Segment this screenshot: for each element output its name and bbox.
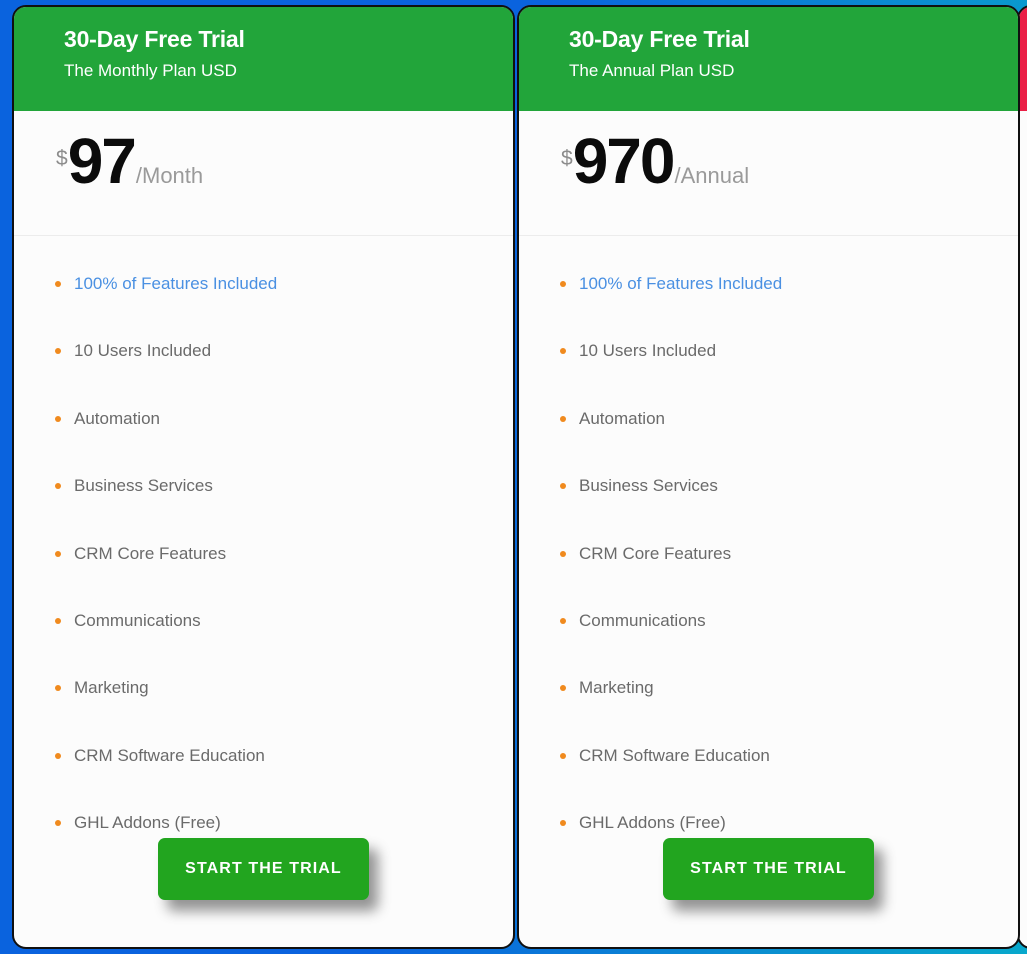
- feature-list-item: CRM Software Education: [560, 745, 984, 766]
- bullet-dot-icon: [560, 685, 566, 692]
- plan-header-monthly: 30-Day Free Trial The Monthly Plan USD: [14, 7, 513, 111]
- feature-label: GHL Addons (Free): [579, 813, 726, 833]
- bullet-dot-icon: [55, 281, 61, 287]
- feature-label: Communications: [579, 610, 706, 630]
- feature-label: CRM Software Education: [579, 745, 770, 765]
- bullet-dot-icon: [55, 415, 61, 422]
- feature-label: GHL Addons (Free): [74, 813, 221, 833]
- bullet-dot-icon: [560, 550, 566, 557]
- feature-list-item[interactable]: 100% of Features Included: [55, 274, 479, 294]
- bullet-dot-icon: [55, 483, 61, 490]
- start-trial-button-monthly[interactable]: START THE TRIAL: [158, 837, 369, 900]
- price-row: $970/Annual: [561, 129, 749, 193]
- price-period: /Annual: [674, 163, 750, 188]
- start-trial-button-annual[interactable]: START THE TRIAL: [663, 837, 874, 900]
- feature-label[interactable]: 100% of Features Included: [74, 274, 277, 293]
- price-period: /Month: [135, 163, 204, 188]
- price-currency-symbol: $: [56, 147, 68, 170]
- plan-feature-list: 100% of Features Included 10 Users Includ…: [14, 236, 513, 834]
- plan-cta-container: START THE TRIAL: [519, 834, 1018, 947]
- feature-list-item: CRM Core Features: [560, 543, 984, 564]
- feature-list-item: GHL Addons (Free): [560, 813, 984, 833]
- feature-list-item: Marketing: [560, 678, 984, 698]
- feature-list-item: Marketing: [55, 678, 479, 698]
- price-amount: 970: [572, 125, 676, 197]
- feature-list-item: Business Services: [55, 476, 479, 496]
- price-amount: 97: [67, 125, 137, 197]
- price-row: $97/Month: [56, 129, 203, 193]
- bullet-dot-icon: [560, 820, 566, 827]
- bullet-dot-icon: [55, 348, 61, 355]
- bullet-dot-icon: [560, 483, 566, 490]
- plan-name: The Annual Plan USD: [569, 60, 735, 80]
- feature-label: 10 Users Included: [74, 341, 212, 361]
- bullet-dot-icon: [55, 820, 61, 827]
- feature-list-item: CRM Core Features: [55, 543, 479, 564]
- plan-price-block: $97/Month: [14, 111, 513, 236]
- plan-card-annual: 30-Day Free Trial The Annual Plan USD $970…: [517, 5, 1020, 949]
- plan-header-annual: 30-Day Free Trial The Annual Plan USD: [519, 7, 1018, 111]
- feature-list-item: Communications: [55, 610, 479, 631]
- plan-cta-container: START THE TRIAL: [14, 834, 513, 947]
- feature-label: Business Services: [579, 476, 718, 496]
- plan-price-block: $970/Annual: [519, 111, 1018, 236]
- bullet-dot-icon: [560, 281, 566, 287]
- pricing-plans-deck: 30-Day Free Trial The Monthly Plan USD $97…: [0, 0, 1027, 954]
- price-currency-symbol: $: [561, 147, 573, 170]
- plan-trial-eyebrow: 30-Day Free Trial: [569, 26, 750, 52]
- feature-label: CRM Software Education: [74, 745, 265, 765]
- feature-list-item: Automation: [55, 408, 479, 429]
- feature-label: CRM Core Features: [74, 543, 227, 563]
- bullet-dot-icon: [560, 617, 566, 624]
- feature-label: Business Services: [74, 476, 213, 496]
- feature-list-item: Business Services: [560, 476, 984, 496]
- bullet-dot-icon: [55, 752, 61, 759]
- feature-label: Marketing: [74, 678, 149, 698]
- plan-card-monthly: 30-Day Free Trial The Monthly Plan USD $97…: [12, 5, 515, 949]
- plan-trial-eyebrow: 30-Day Free Trial: [64, 26, 245, 52]
- feature-list-item: CRM Software Education: [55, 745, 479, 766]
- bullet-dot-icon: [55, 685, 61, 692]
- bullet-dot-icon: [55, 617, 61, 624]
- plan-name: The Monthly Plan USD: [64, 60, 237, 80]
- feature-label[interactable]: 100% of Features Included: [579, 274, 782, 293]
- feature-list-item: GHL Addons (Free): [55, 813, 479, 833]
- bullet-dot-icon: [55, 550, 61, 557]
- bullet-dot-icon: [560, 415, 566, 422]
- feature-list-item: 10 Users Included: [55, 341, 479, 361]
- feature-label: Marketing: [579, 678, 654, 698]
- feature-label: Automation: [74, 408, 160, 428]
- bullet-dot-icon: [560, 752, 566, 759]
- feature-label: 10 Users Included: [579, 341, 717, 361]
- feature-label: Communications: [74, 610, 201, 630]
- feature-label: Automation: [579, 408, 665, 428]
- plan-feature-list: 100% of Features Included 10 Users Includ…: [519, 236, 1018, 834]
- feature-list-item: 10 Users Included: [560, 341, 984, 361]
- feature-label: CRM Core Features: [579, 543, 732, 563]
- feature-list-item[interactable]: 100% of Features Included: [560, 274, 984, 294]
- bullet-dot-icon: [560, 348, 566, 355]
- feature-list-item: Communications: [560, 610, 984, 631]
- feature-list-item: Automation: [560, 408, 984, 429]
